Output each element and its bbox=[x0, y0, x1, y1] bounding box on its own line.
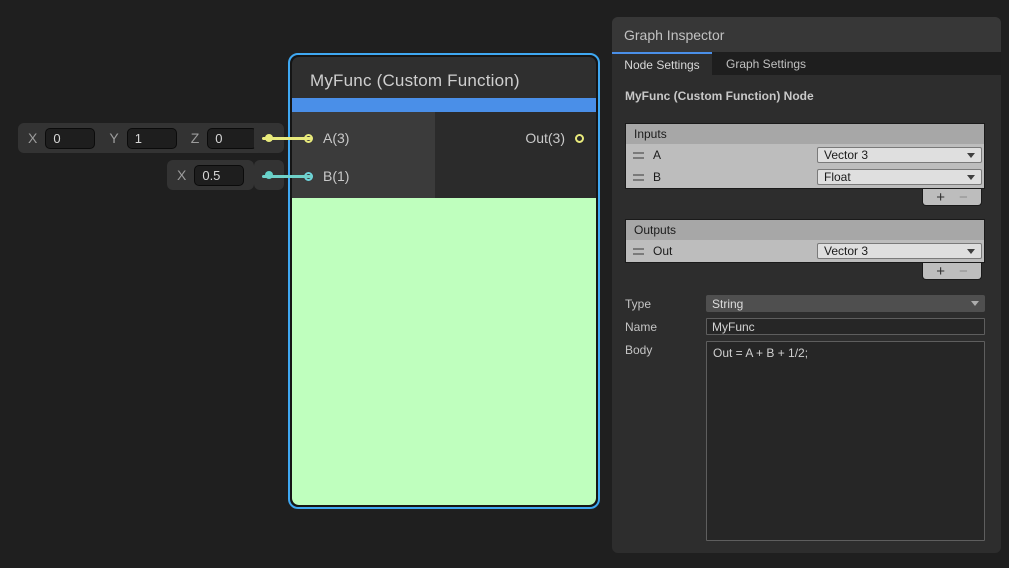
shader-graph-canvas: X Y Z X MyFunc (Custom Function) bbox=[0, 0, 1009, 568]
drag-handle-icon[interactable] bbox=[633, 248, 644, 255]
graph-inspector-panel: Graph Inspector Node Settings Graph Sett… bbox=[612, 17, 1001, 553]
node-ports: A(3) B(1) Out(3) bbox=[292, 112, 596, 198]
dropdown-arrow-icon bbox=[967, 153, 975, 158]
z-label: Z bbox=[191, 130, 200, 146]
input-a-name: A bbox=[653, 148, 817, 162]
outputs-list: Outputs Out Vector 3 bbox=[625, 219, 985, 263]
z-field[interactable] bbox=[207, 128, 257, 149]
inspector-title: Graph Inspector bbox=[624, 27, 724, 43]
port-out-label: Out(3) bbox=[525, 130, 565, 146]
inspector-header[interactable]: Graph Inspector bbox=[612, 17, 1001, 52]
input-b-type-dropdown[interactable]: Float bbox=[817, 169, 982, 185]
output-out-name: Out bbox=[653, 244, 817, 258]
node-input-ports: A(3) B(1) bbox=[292, 112, 435, 198]
node-title: MyFunc (Custom Function) bbox=[310, 71, 520, 91]
dropdown-arrow-icon bbox=[967, 175, 975, 180]
output-row-out[interactable]: Out Vector 3 bbox=[626, 240, 984, 262]
x-label: X bbox=[177, 167, 186, 183]
input-b-type-value: Float bbox=[824, 170, 851, 184]
node-output-ports: Out(3) bbox=[435, 112, 596, 198]
port-b[interactable]: B(1) bbox=[292, 157, 435, 195]
dropdown-arrow-icon bbox=[971, 301, 979, 306]
edge-vector3-to-a[interactable] bbox=[262, 137, 312, 140]
node-body: MyFunc (Custom Function) A(3) B(1) bbox=[292, 57, 596, 505]
name-input[interactable] bbox=[706, 318, 985, 335]
inputs-list-title: Inputs bbox=[626, 124, 984, 144]
input-row-a[interactable]: A Vector 3 bbox=[626, 144, 984, 166]
port-a[interactable]: A(3) bbox=[292, 119, 435, 157]
node-accent-bar bbox=[292, 98, 596, 112]
port-out-circle-icon[interactable] bbox=[575, 134, 584, 143]
input-a-type-dropdown[interactable]: Vector 3 bbox=[817, 147, 982, 163]
edge-float-to-b[interactable] bbox=[262, 175, 312, 178]
inspector-tabbar: Node Settings Graph Settings bbox=[612, 52, 1001, 75]
port-out[interactable]: Out(3) bbox=[435, 119, 596, 157]
float-input-widget: X bbox=[167, 160, 254, 190]
port-a-label: A(3) bbox=[323, 130, 349, 146]
type-dropdown[interactable]: String bbox=[706, 295, 985, 312]
inputs-add-button[interactable]: + bbox=[936, 190, 945, 205]
vector3-input-widget: X Y Z bbox=[18, 123, 267, 153]
input-a-type-value: Vector 3 bbox=[824, 148, 868, 162]
drag-handle-icon[interactable] bbox=[633, 152, 644, 159]
body-label: Body bbox=[625, 341, 706, 357]
tab-graph-settings[interactable]: Graph Settings bbox=[712, 52, 820, 75]
port-b-label: B(1) bbox=[323, 168, 349, 184]
inputs-list-footer: + − bbox=[922, 189, 982, 206]
name-label: Name bbox=[625, 318, 706, 334]
dropdown-arrow-icon bbox=[967, 249, 975, 254]
outputs-list-title: Outputs bbox=[626, 220, 984, 240]
output-out-type-value: Vector 3 bbox=[824, 244, 868, 258]
node-preview bbox=[292, 198, 596, 505]
x-field[interactable] bbox=[45, 128, 95, 149]
drag-handle-icon[interactable] bbox=[633, 174, 644, 181]
type-value: String bbox=[712, 297, 743, 311]
function-properties: Type String Name Body bbox=[625, 295, 985, 541]
inputs-remove-button[interactable]: − bbox=[959, 190, 968, 205]
outputs-list-footer: + − bbox=[922, 263, 982, 280]
inspector-body: MyFunc (Custom Function) Node Inputs A V… bbox=[612, 75, 1001, 553]
y-label: Y bbox=[109, 130, 118, 146]
node-settings-heading: MyFunc (Custom Function) Node bbox=[625, 89, 985, 103]
node-header: MyFunc (Custom Function) bbox=[292, 57, 596, 98]
y-field[interactable] bbox=[127, 128, 177, 149]
inputs-list: Inputs A Vector 3 B Float bbox=[625, 123, 985, 189]
input-row-b[interactable]: B Float bbox=[626, 166, 984, 188]
outputs-add-button[interactable]: + bbox=[936, 264, 945, 279]
body-textarea[interactable] bbox=[706, 341, 985, 541]
outputs-remove-button[interactable]: − bbox=[959, 264, 968, 279]
float-field[interactable] bbox=[194, 165, 244, 186]
x-label: X bbox=[28, 130, 37, 146]
custom-function-node[interactable]: MyFunc (Custom Function) A(3) B(1) bbox=[288, 53, 600, 509]
input-b-name: B bbox=[653, 170, 817, 184]
type-label: Type bbox=[625, 295, 706, 311]
tab-node-settings[interactable]: Node Settings bbox=[612, 52, 712, 75]
output-out-type-dropdown[interactable]: Vector 3 bbox=[817, 243, 982, 259]
